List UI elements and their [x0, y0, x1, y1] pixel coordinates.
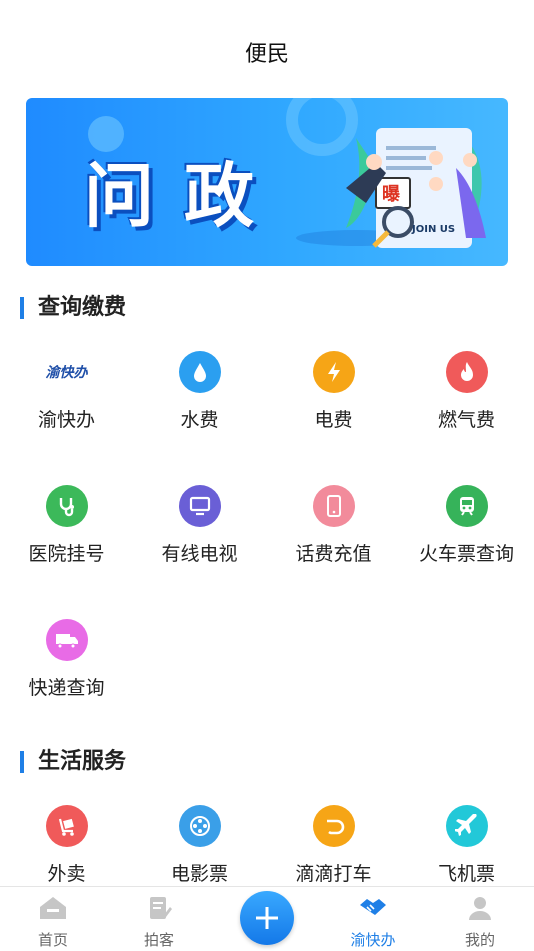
tab-label: 我的	[464, 931, 495, 949]
truck-icon	[45, 619, 88, 661]
join-us-text: JOIN US	[412, 224, 456, 235]
water-drop-icon	[178, 351, 221, 393]
service-label: 快递查询	[28, 677, 105, 699]
didi-icon	[312, 805, 355, 847]
service-movie[interactable]: 电影票	[133, 805, 266, 886]
service-label: 燃气费	[437, 409, 495, 431]
tab-label: 渝快办	[350, 931, 396, 949]
tab-label: 拍客	[143, 931, 174, 949]
tv-icon	[178, 485, 221, 527]
service-label: 电影票	[170, 863, 228, 885]
service-water[interactable]: 水费	[133, 351, 266, 432]
tab-mine[interactable]: 我的	[427, 887, 533, 950]
service-gas[interactable]: 燃气费	[400, 351, 533, 432]
expose-badge: 曝	[382, 184, 400, 205]
tab-yukuaiban[interactable]: 渝快办	[320, 887, 426, 950]
yukuaiban-logo: 渝快办	[45, 365, 88, 381]
document-edit-icon	[150, 897, 172, 919]
handshake-icon	[360, 899, 386, 915]
banner[interactable]: 问政 曝 JOIN US	[26, 98, 508, 266]
lightning-icon	[312, 351, 355, 393]
service-hospital[interactable]: 医院挂号	[0, 485, 133, 566]
service-didi[interactable]: 滴滴打车	[267, 805, 400, 886]
user-icon	[469, 897, 491, 920]
film-reel-icon	[178, 805, 221, 847]
service-label: 医院挂号	[28, 543, 105, 565]
section-title-query: 查询缴费	[20, 297, 126, 319]
flame-icon	[445, 351, 488, 393]
service-label: 火车票查询	[418, 543, 514, 565]
tab-paike[interactable]: 拍客	[106, 887, 212, 950]
service-train[interactable]: 火车票查询	[400, 485, 533, 566]
add-button[interactable]	[240, 891, 294, 945]
service-label: 话费充值	[295, 543, 372, 565]
service-electric[interactable]: 电费	[267, 351, 400, 432]
service-label: 外卖	[47, 863, 86, 885]
service-label: 水费	[180, 409, 219, 431]
service-flight[interactable]: 飞机票	[400, 805, 533, 886]
service-label: 电费	[314, 409, 353, 431]
tab-home[interactable]: 首页	[0, 887, 106, 950]
delivery-icon	[45, 805, 88, 847]
phone-icon	[312, 485, 355, 527]
service-label: 飞机票	[437, 863, 495, 885]
service-label: 有线电视	[161, 543, 238, 565]
service-phone-recharge[interactable]: 话费充值	[267, 485, 400, 566]
service-takeout[interactable]: 外卖	[0, 805, 133, 886]
airplane-icon	[445, 805, 488, 847]
banner-title: 问政	[84, 155, 284, 237]
plus-icon	[256, 907, 278, 929]
service-label: 滴滴打车	[295, 863, 372, 885]
stethoscope-icon	[45, 485, 88, 527]
service-express[interactable]: 快递查询	[0, 619, 133, 700]
train-icon	[445, 485, 488, 527]
page-title: 便民	[244, 42, 289, 67]
tab-label: 首页	[37, 931, 68, 949]
service-label: 渝快办	[37, 409, 95, 431]
section-title-life: 生活服务	[20, 751, 126, 773]
home-icon	[40, 897, 66, 919]
service-cable-tv[interactable]: 有线电视	[133, 485, 266, 566]
service-yukuaiban[interactable]: 渝快办 渝快办	[0, 351, 133, 432]
